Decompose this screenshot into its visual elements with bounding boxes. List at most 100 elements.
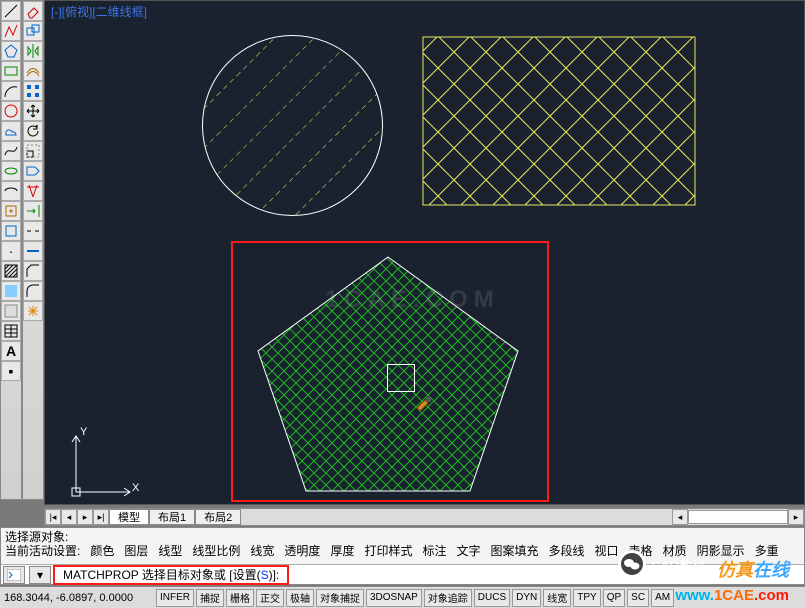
corner-watermark: www.1CAE.com	[675, 587, 789, 604]
status-tpy[interactable]: TPY	[573, 589, 600, 607]
array-tool-icon[interactable]	[23, 81, 43, 101]
status-osnap[interactable]: 对象捕捉	[316, 589, 364, 607]
tab-layout1[interactable]: 布局1	[149, 509, 195, 525]
command-prompt-highlight: MATCHPROP 选择目标对象或 [设置(S)]:	[53, 565, 289, 585]
polygon-tool-icon[interactable]	[1, 41, 21, 61]
cw2: 1CAE	[714, 587, 754, 604]
status-sc[interactable]: SC	[627, 589, 649, 607]
drawing-canvas[interactable]: [-][俯视][二维线框]	[44, 0, 805, 505]
setting-item: 颜色	[90, 544, 114, 558]
extend-tool-icon[interactable]	[23, 201, 43, 221]
setting-item: 多段线	[549, 544, 585, 558]
line-tool-icon[interactable]	[1, 1, 21, 21]
extra1-icon[interactable]: ▪	[1, 361, 21, 381]
wechat-watermark: CAD教程	[618, 550, 705, 578]
erase-tool-icon[interactable]	[23, 1, 43, 21]
matchprop-brush-cursor-icon	[415, 396, 433, 413]
command-name: MATCHPROP	[63, 568, 139, 582]
draw-modify-toolbars: · A ▪	[0, 0, 44, 500]
status-snap[interactable]: 捕捉	[196, 589, 224, 607]
text-tool-icon[interactable]: A	[1, 341, 21, 361]
circle-tool-icon[interactable]	[1, 101, 21, 121]
hatch-tool-icon[interactable]	[1, 261, 21, 281]
layout-tabs: |◂ ◂ ▸ ▸| 模型 布局1 布局2 ◂ ▸	[44, 508, 805, 526]
fillet-tool-icon[interactable]	[23, 281, 43, 301]
offset-tool-icon[interactable]	[23, 61, 43, 81]
join-tool-icon[interactable]	[23, 241, 43, 261]
command-prompt-end: )]:	[269, 568, 280, 582]
arc-tool-icon[interactable]	[1, 81, 21, 101]
explode-tool-icon[interactable]	[23, 301, 43, 321]
status-otrack[interactable]: 对象追踪	[424, 589, 472, 607]
copy-tool-icon[interactable]	[23, 21, 43, 41]
status-infer[interactable]: INFER	[156, 589, 194, 607]
setting-item: 图层	[124, 544, 148, 558]
gradient-tool-icon[interactable]	[1, 281, 21, 301]
setting-item: 厚度	[330, 544, 354, 558]
insert-block-tool-icon[interactable]	[1, 201, 21, 221]
wechat-label: CAD教程	[652, 555, 705, 574]
rotate-tool-icon[interactable]	[23, 121, 43, 141]
modify-toolbar	[22, 0, 44, 500]
pline-tool-icon[interactable]	[1, 21, 21, 41]
status-ducs[interactable]: DUCS	[474, 589, 510, 607]
ellipse-arc-tool-icon[interactable]	[1, 181, 21, 201]
hscroll-left-icon[interactable]: ◂	[672, 509, 688, 525]
sim-online-watermark: 仿真在线	[717, 556, 789, 582]
status-lwt[interactable]: 线宽	[543, 589, 571, 607]
setting-item: 线型	[158, 544, 182, 558]
scale-tool-icon[interactable]	[23, 141, 43, 161]
coordinates-display[interactable]: 168.3044, -6.0897, 0.0000	[4, 592, 154, 604]
status-polar[interactable]: 极轴	[286, 589, 314, 607]
tab-layout2[interactable]: 布局2	[195, 509, 241, 525]
wechat-icon	[618, 550, 646, 578]
ucs-x-label: X	[132, 482, 139, 494]
ellipse-tool-icon[interactable]	[1, 161, 21, 181]
status-ortho[interactable]: 正交	[256, 589, 284, 607]
viewport-label[interactable]: [-][俯视][二维线框]	[51, 3, 147, 20]
cloud-tool-icon[interactable]	[1, 121, 21, 141]
status-am[interactable]: AM	[651, 589, 674, 607]
trim-tool-icon[interactable]	[23, 181, 43, 201]
hscroll-right-icon[interactable]: ▸	[788, 509, 804, 525]
tab-prev-icon[interactable]: ◂	[61, 509, 77, 525]
rectangle-hatched-object[interactable]	[422, 36, 696, 206]
point-tool-icon[interactable]: ·	[1, 241, 21, 261]
stretch-tool-icon[interactable]	[23, 161, 43, 181]
circle-hatched-object[interactable]	[200, 33, 385, 218]
command-history-line1: 选择源对象:	[5, 530, 800, 544]
make-block-tool-icon[interactable]	[1, 221, 21, 241]
region-tool-icon[interactable]	[1, 301, 21, 321]
table-tool-icon[interactable]	[1, 321, 21, 341]
ucs-icon: Y X	[60, 426, 140, 504]
tab-model[interactable]: 模型	[109, 509, 149, 525]
status-grid[interactable]: 栅格	[226, 589, 254, 607]
move-tool-icon[interactable]	[23, 101, 43, 121]
setting-item: 打印样式	[364, 544, 412, 558]
spline-tool-icon[interactable]	[1, 141, 21, 161]
ucs-y-label: Y	[80, 426, 87, 438]
tab-next-icon[interactable]: ▸	[77, 509, 93, 525]
settings-prefix: 当前活动设置:	[5, 544, 80, 558]
chamfer-tool-icon[interactable]	[23, 261, 43, 281]
status-3dosnap[interactable]: 3DOSNAP	[366, 589, 422, 607]
draw-toolbar: · A ▪	[0, 0, 22, 500]
watermark-text: 1CAE.COM	[325, 286, 500, 314]
pickbox-cursor-icon	[387, 364, 415, 392]
status-dyn[interactable]: DYN	[512, 589, 541, 607]
rectangle-tool-icon[interactable]	[1, 61, 21, 81]
setting-item: 图案填充	[491, 544, 539, 558]
setting-item: 文字	[456, 544, 480, 558]
command-expand-icon[interactable]: ▾	[29, 566, 51, 584]
hscrollbar[interactable]	[688, 510, 788, 524]
mirror-tool-icon[interactable]	[23, 41, 43, 61]
command-window-icon[interactable]	[3, 566, 25, 584]
tab-last-icon[interactable]: ▸|	[93, 509, 109, 525]
sim2: 在线	[753, 560, 789, 580]
command-option-key: S	[261, 568, 269, 582]
break-tool-icon[interactable]	[23, 221, 43, 241]
tab-first-icon[interactable]: |◂	[45, 509, 61, 525]
setting-item: 透明度	[284, 544, 320, 558]
status-qp[interactable]: QP	[603, 589, 625, 607]
setting-item: 视口	[595, 544, 619, 558]
